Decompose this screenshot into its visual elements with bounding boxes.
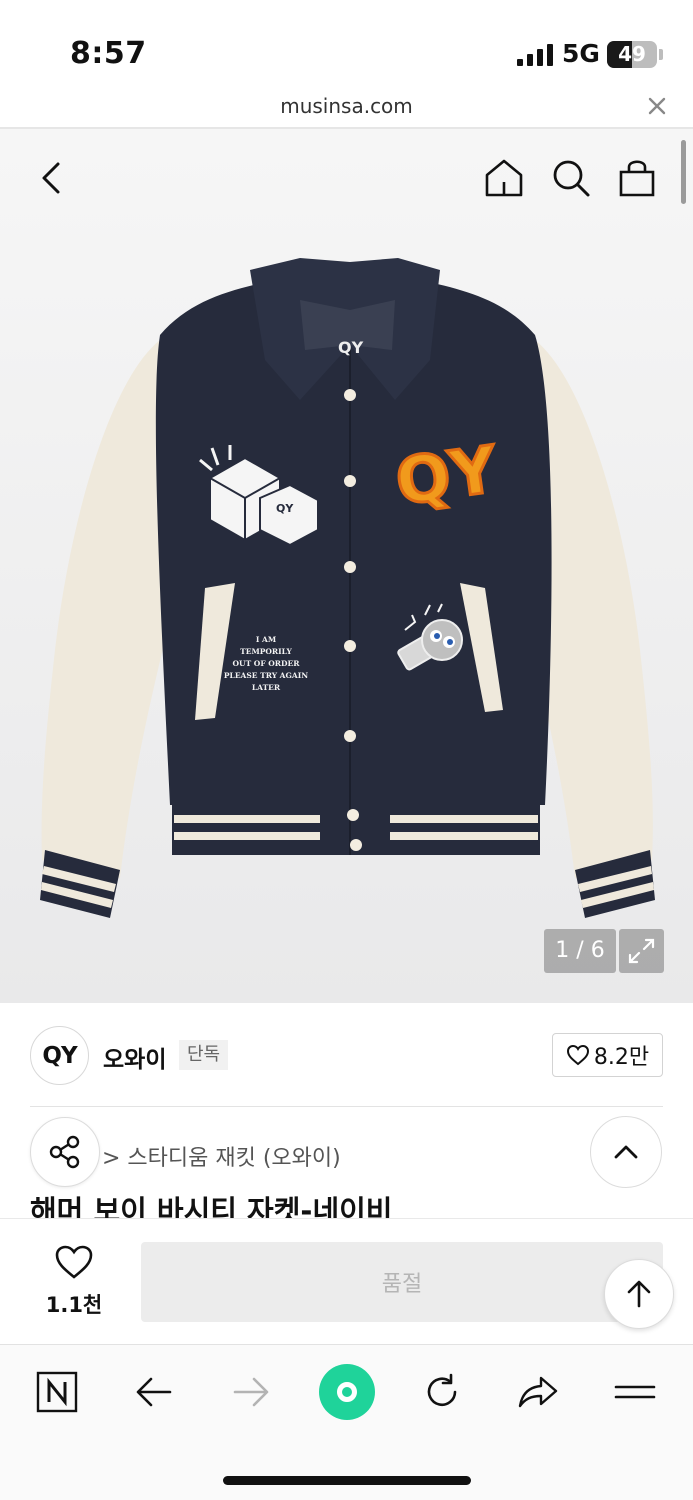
cart-icon[interactable] bbox=[613, 154, 661, 202]
share-page-button[interactable] bbox=[516, 1370, 560, 1414]
cellular-signal-icon bbox=[517, 44, 553, 66]
arrow-left-icon bbox=[136, 1377, 172, 1407]
arrow-up-icon bbox=[627, 1280, 651, 1308]
pocket-text-line-5: LATER bbox=[252, 683, 281, 692]
back-icon[interactable] bbox=[28, 154, 76, 202]
green-dot-button[interactable] bbox=[319, 1364, 375, 1420]
naver-home-button[interactable] bbox=[35, 1370, 79, 1414]
collapse-button[interactable] bbox=[590, 1116, 662, 1188]
hamburger-icon bbox=[614, 1385, 656, 1399]
pocket-text-line-2: TEMPORILY bbox=[240, 647, 292, 656]
network-type: 5G bbox=[562, 39, 600, 68]
status-time: 8:57 bbox=[70, 36, 147, 71]
exclusive-badge: 단독 bbox=[179, 1040, 229, 1070]
back-nav-button[interactable] bbox=[132, 1370, 176, 1414]
collar-tag: QY bbox=[338, 338, 364, 357]
jacket-chest-logo: QY bbox=[391, 433, 502, 520]
close-icon[interactable] bbox=[645, 94, 669, 118]
wishlist-heart-icon[interactable] bbox=[54, 1244, 94, 1280]
heart-icon bbox=[566, 1044, 589, 1066]
jacket-illustration: QY QY QY I AM TEMPORILY OUT OF ORDER PLE… bbox=[40, 258, 655, 918]
scroll-top-button[interactable] bbox=[604, 1259, 674, 1329]
chevron-up-icon bbox=[614, 1145, 638, 1159]
battery-icon: 49 bbox=[607, 41, 657, 68]
share-button[interactable] bbox=[30, 1117, 100, 1187]
battery-level: 49 bbox=[618, 42, 646, 66]
search-icon[interactable] bbox=[547, 154, 595, 202]
pocket-text-line-4: PLEASE TRY AGAIN bbox=[224, 671, 308, 680]
green-dot-icon bbox=[337, 1382, 357, 1402]
wishlist-count: 1.1천 bbox=[45, 1293, 103, 1317]
image-counter: 1 / 6 bbox=[544, 929, 616, 973]
battery-nub bbox=[659, 49, 663, 60]
cube-patch-label: QY bbox=[276, 502, 294, 515]
brand-like-button[interactable]: 8.2만 bbox=[552, 1033, 663, 1077]
forward-nav-button[interactable] bbox=[229, 1370, 273, 1414]
brand-logo[interactable]: QY bbox=[30, 1026, 89, 1085]
forward-share-icon bbox=[518, 1376, 558, 1408]
home-indicator[interactable] bbox=[223, 1476, 471, 1485]
pocket-text-line-3: OUT OF ORDER bbox=[233, 659, 301, 668]
arrow-right-icon bbox=[233, 1377, 269, 1407]
expand-icon[interactable] bbox=[619, 929, 664, 973]
sold-out-button[interactable]: 품절 bbox=[141, 1242, 663, 1322]
brand-divider bbox=[30, 1106, 663, 1107]
share-icon bbox=[49, 1135, 80, 1169]
product-image[interactable]: QY QY QY I AM TEMPORILY OUT OF ORDER PLE… bbox=[0, 129, 693, 1003]
pocket-text-line-1: I AM bbox=[256, 635, 276, 644]
menu-button[interactable] bbox=[613, 1370, 657, 1414]
home-icon[interactable] bbox=[480, 154, 528, 202]
category-breadcrumb[interactable]: > 스타디움 재킷 (오와이) bbox=[102, 1140, 341, 1172]
refresh-button[interactable] bbox=[420, 1370, 464, 1414]
brand-like-count: 8.2만 bbox=[593, 1045, 650, 1070]
brand-name[interactable]: 오와이 bbox=[103, 1040, 166, 1074]
url-text[interactable]: musinsa.com bbox=[0, 94, 693, 118]
page-scrollbar[interactable] bbox=[681, 140, 686, 204]
naver-n-icon bbox=[36, 1371, 78, 1413]
refresh-icon bbox=[427, 1373, 457, 1407]
